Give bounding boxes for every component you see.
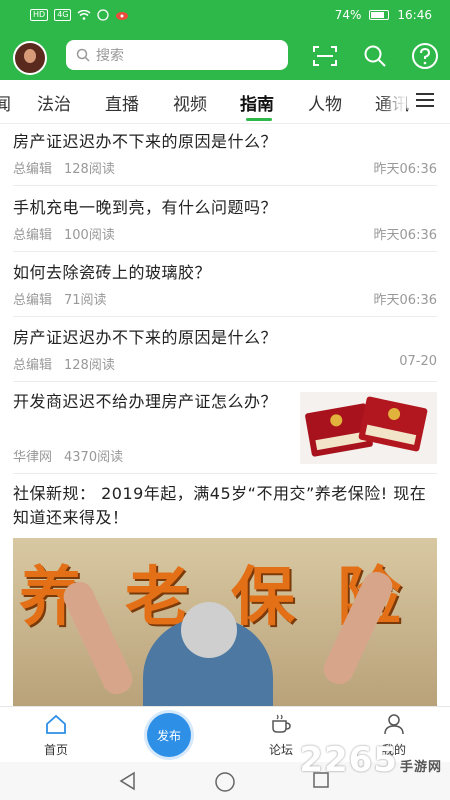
menu-icon[interactable]: [416, 92, 434, 108]
search-button[interactable]: [360, 41, 390, 71]
help-button[interactable]: [410, 41, 440, 71]
article-title: 如何去除瓷砖上的玻璃胶？: [13, 263, 212, 282]
elderly-man-head: [181, 602, 237, 658]
article-title: 房产证迟迟办不下来的原因是什么？: [13, 328, 278, 347]
home-circle-icon[interactable]: [214, 771, 236, 793]
app-notification-icon: [97, 9, 110, 21]
article-meta: 总编辑 100阅读: [13, 224, 115, 243]
article-reads: 128阅读: [64, 162, 115, 177]
article-meta: 华律网 4370阅读: [13, 446, 123, 465]
article-title: 社保新规： 2019年起，满45岁“不用交”养老保险! 现在知道还来得及！: [13, 484, 427, 527]
network-indicator: 4G: [54, 9, 72, 21]
list-item[interactable]: 社保新规： 2019年起，满45岁“不用交”养老保险! 现在知道还来得及！: [13, 482, 437, 532]
article-title: 开发商迟迟不给办理房产证怎么办？: [13, 392, 278, 411]
tab-video[interactable]: 视频: [173, 90, 207, 115]
avatar[interactable]: [13, 41, 47, 75]
publish-label: 发布: [156, 728, 181, 743]
article-time: 昨天06:36: [373, 228, 437, 243]
user-icon: [384, 714, 404, 735]
home-icon: [46, 714, 66, 734]
tabs-fade: [380, 80, 406, 123]
article-time: 昨天06:36: [373, 162, 437, 177]
help-icon: [412, 43, 438, 69]
battery-icon: [369, 10, 390, 20]
search-icon: [76, 48, 90, 62]
article-author: 总编辑: [13, 293, 53, 308]
search-input[interactable]: 搜索: [66, 40, 288, 70]
tab-live[interactable]: 直播: [105, 90, 139, 115]
battery-percent: 74%: [334, 8, 362, 22]
article-title: 房产证迟迟办不下来的原因是什么？: [13, 132, 278, 151]
tab-people[interactable]: 人物: [308, 90, 342, 115]
article-meta: 总编辑 128阅读: [13, 158, 115, 177]
article-author: 总编辑: [13, 228, 53, 243]
tab-law[interactable]: 法治: [37, 90, 71, 115]
publish-button[interactable]: 发布: [147, 713, 191, 757]
article-reads: 100阅读: [64, 228, 115, 243]
article-thumbnail[interactable]: [300, 392, 437, 464]
category-tabs: 闻 法治 直播 视频 指南 人物 通讯: [0, 80, 450, 124]
active-tab-indicator: [246, 118, 272, 121]
list-item[interactable]: 手机充电一晚到亮，有什么问题吗？ 总编辑 100阅读 昨天06:36: [13, 196, 437, 252]
watermark-text: 手游网: [399, 760, 442, 775]
hd-indicator: HD: [30, 9, 49, 21]
top-bar: 搜索: [0, 32, 450, 80]
list-item[interactable]: 房产证迟迟办不下来的原因是什么？ 总编辑 128阅读 昨天06:36: [13, 130, 437, 186]
wifi-icon: [78, 10, 91, 20]
article-reads: 128阅读: [64, 358, 115, 373]
article-author: 华律网: [13, 450, 53, 465]
clock: 16:46: [397, 8, 432, 22]
article-reads: 71阅读: [64, 293, 107, 308]
nav-home-label: 首页: [43, 743, 68, 757]
article-author: 总编辑: [13, 162, 53, 177]
article-time: 07-20: [399, 354, 437, 369]
magnifier-icon: [364, 45, 386, 67]
article-meta: 总编辑 128阅读: [13, 354, 115, 373]
article-title: 手机充电一晚到亮，有什么问题吗？: [13, 198, 278, 217]
article-reads: 4370阅读: [64, 450, 124, 465]
nav-home[interactable]: 首页: [26, 713, 86, 758]
cup-icon: [272, 714, 291, 733]
tab-news[interactable]: 闻: [0, 90, 11, 115]
article-author: 总编辑: [13, 358, 53, 373]
article-image[interactable]: 养 老 保 险: [13, 538, 437, 706]
article-meta: 总编辑 71阅读: [13, 289, 107, 308]
status-bar: HD 4G 74% 16:46: [0, 0, 450, 32]
list-item[interactable]: 房产证迟迟办不下来的原因是什么？ 总编辑 128阅读 07-20: [13, 326, 437, 382]
watermark-logo: 2265 手游网: [299, 740, 442, 780]
back-icon[interactable]: [118, 771, 138, 791]
article-time: 昨天06:36: [373, 293, 437, 308]
weibo-icon: [116, 12, 129, 20]
tab-guide[interactable]: 指南: [240, 90, 274, 115]
list-item[interactable]: 如何去除瓷砖上的玻璃胶？ 总编辑 71阅读 昨天06:36: [13, 261, 437, 317]
search-placeholder: 搜索: [96, 48, 124, 64]
watermark-number: 2265: [299, 740, 398, 780]
scan-icon[interactable]: [310, 41, 340, 71]
